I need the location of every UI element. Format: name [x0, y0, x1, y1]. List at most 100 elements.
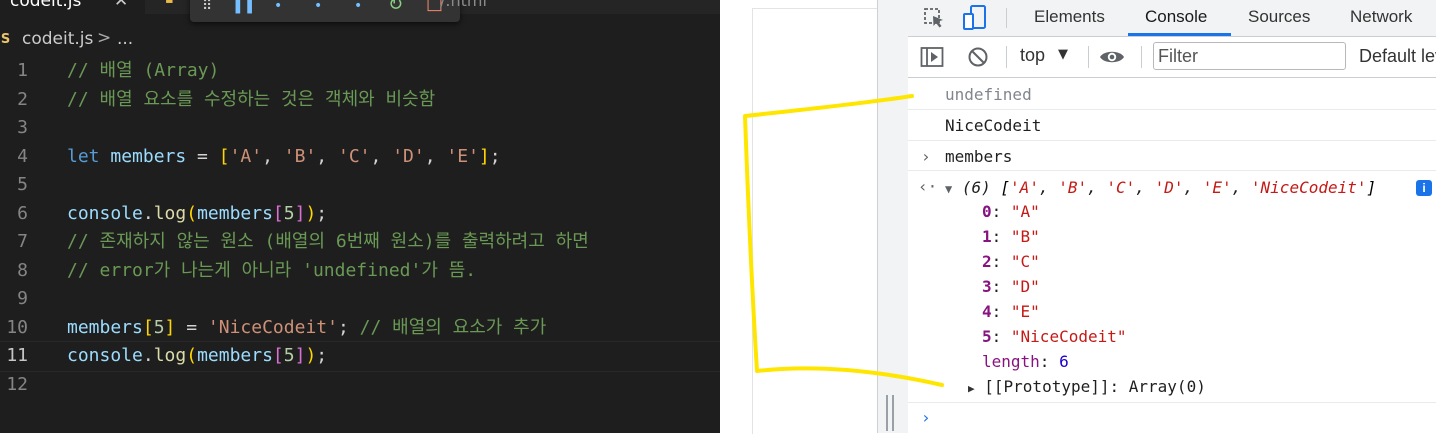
editor-tab-bar: codeit.js ✕ ▪ ⠿ ❚❚ • • • ↻ □ /.html — [0, 0, 720, 22]
default-levels-dropdown[interactable]: Default levels — [1359, 46, 1436, 67]
code-token: // 배열 요소를 수정하는 것은 객체와 비슷함 — [67, 88, 436, 110]
code-line[interactable]: 2 // 배열 요소를 수정하는 것은 객체와 비슷함 — [0, 86, 720, 115]
drag-handle-icon[interactable]: ⠿ — [202, 0, 212, 14]
panel-splitter[interactable] — [877, 0, 910, 433]
entry-key: 3 — [982, 277, 992, 296]
breadcrumb-file[interactable]: codeit.js — [22, 29, 93, 49]
step-into-icon[interactable]: • — [314, 0, 322, 14]
code-token: ( — [186, 202, 198, 224]
tab-network[interactable]: Network — [1350, 7, 1412, 27]
code-token: ] — [478, 145, 490, 167]
sidebar-toggle-icon[interactable] — [920, 46, 944, 72]
divider — [1006, 46, 1007, 68]
code-token: [ — [142, 316, 154, 338]
divider — [1141, 46, 1142, 68]
close-icon[interactable]: ✕ — [114, 0, 128, 11]
devtools-tab-bar: Elements Console Sources Network — [908, 0, 1436, 37]
inspect-element-icon[interactable] — [922, 6, 946, 34]
code-line[interactable]: 12 — [0, 371, 720, 400]
device-toolbar-icon[interactable] — [962, 4, 988, 36]
code-line[interactable]: 11 console.log(members[5]); — [0, 341, 720, 372]
code-line[interactable]: 3 — [0, 114, 720, 143]
array-entry: 5: "NiceCodeit" — [982, 327, 1127, 346]
code-token: ; — [337, 316, 360, 338]
console-prompt[interactable]: › — [908, 404, 1436, 433]
code-editor: codeit.js ✕ ▪ ⠿ ❚❚ • • • ↻ □ /.html JS c… — [0, 0, 720, 433]
line-number: 3 — [17, 117, 28, 138]
length-key: length — [982, 352, 1040, 371]
array-summary[interactable]: ▼ (6) ['A', 'B', 'C', 'D', 'E', 'NiceCod… — [945, 178, 1376, 197]
expand-arrow-icon[interactable]: ▶ — [968, 382, 975, 395]
code-text: // 배열 (Array) — [67, 57, 219, 86]
code-token: // 배열 (Array) — [67, 60, 220, 81]
code-token: , — [262, 145, 284, 167]
code-line[interactable]: 4 let members = ['A', 'B', 'C', 'D', 'E']… — [0, 143, 720, 172]
code-token: 'B' — [283, 145, 317, 167]
code-token: members — [197, 202, 273, 224]
tab-codeit-js[interactable]: codeit.js ✕ — [0, 0, 145, 14]
code-line[interactable]: 7 // 존재하지 않는 원소 (배열의 6번째 원소)를 출력하려고 하면 — [0, 228, 720, 257]
info-icon[interactable]: i — [1416, 180, 1432, 196]
console-output: undefined NiceCodeit › members ‹· ▼ (6) … — [908, 78, 1436, 433]
code-line[interactable]: 8 // error가 나는게 아니라 'undefined'가 뜸. — [0, 257, 720, 286]
eye-icon[interactable] — [1099, 48, 1125, 70]
code-line[interactable]: 1 // 배열 (Array) — [0, 57, 720, 86]
code-token: 'NiceCodeit' — [207, 316, 338, 338]
code-text: // 배열 요소를 수정하는 것은 객체와 비슷함 — [67, 86, 435, 115]
entry-key: 0 — [982, 202, 992, 221]
code-token: let — [67, 145, 100, 167]
entry-key: 5 — [982, 327, 992, 346]
context-selector[interactable]: top — [1020, 45, 1045, 66]
tab-sources[interactable]: Sources — [1248, 7, 1310, 27]
chevron-right-icon: > — [97, 28, 112, 48]
devtools-panel: Elements Console Sources Network top ▼ D… — [908, 0, 1436, 433]
line-number: 6 — [17, 202, 28, 224]
step-out-icon[interactable]: • — [354, 0, 362, 14]
chevron-right-icon: › — [921, 147, 931, 166]
code-token: members — [197, 345, 273, 366]
array-entry: 3: "D" — [982, 277, 1040, 296]
code-token: = — [175, 316, 208, 338]
filter-box[interactable] — [1153, 42, 1346, 70]
code-line[interactable]: 10 members[5] = 'NiceCodeit'; // 배열의 요소가 … — [0, 314, 720, 343]
tab-console[interactable]: Console — [1145, 7, 1207, 27]
tab-elements[interactable]: Elements — [1034, 7, 1105, 27]
code-line[interactable]: 9 — [0, 285, 720, 314]
code-token: // 배열의 요소가 추가 — [359, 316, 547, 338]
code-token: 'C' — [337, 145, 371, 167]
code-line[interactable]: 5 — [0, 171, 720, 200]
line-number: 5 — [17, 174, 28, 195]
prototype-value: Array(0) — [1128, 377, 1206, 396]
console-message: undefined — [908, 78, 1436, 110]
step-over-icon[interactable]: • — [274, 0, 282, 14]
array-count: (6) — [961, 178, 991, 197]
tab-html-file[interactable]: /.html — [440, 0, 487, 10]
entry-value: "NiceCodeit" — [1010, 327, 1127, 346]
code-token: 'D' — [392, 145, 425, 167]
line-number: 1 — [17, 60, 28, 81]
grip-line — [892, 395, 894, 431]
code-token: log — [153, 202, 187, 224]
code-token: 5 — [153, 316, 165, 338]
filter-input[interactable] — [1158, 46, 1338, 67]
code-token: = — [186, 145, 219, 167]
code-line[interactable]: 6 console.log(members[5]); — [0, 200, 720, 229]
code-token: // error가 나는게 아니라 'undefined'가 뜸. — [67, 259, 477, 281]
code-token: ] — [164, 316, 176, 338]
code-token: console — [67, 202, 143, 224]
code-token: console — [67, 345, 143, 366]
array-item: 'C' — [1106, 178, 1136, 197]
dropdown-arrow-icon[interactable]: ▼ — [1058, 47, 1068, 62]
expand-arrow-icon[interactable]: ▼ — [945, 182, 952, 196]
code-text: console.log(members[5]); — [67, 342, 327, 371]
breadcrumb-more[interactable]: ... — [117, 29, 133, 49]
console-result: ‹· ▼ (6) ['A', 'B', 'C', 'D', 'E', 'Nice… — [908, 171, 1436, 403]
pause-icon[interactable]: ❚❚ — [232, 0, 255, 14]
code-token: ; — [489, 145, 501, 167]
line-number: 12 — [6, 373, 28, 395]
prototype-entry[interactable]: ▶ [[Prototype]]: Array(0) — [968, 377, 1206, 396]
restart-icon[interactable]: ↻ — [388, 0, 403, 15]
clear-console-icon[interactable] — [967, 46, 989, 72]
debug-toolbar: ⠿ ❚❚ • • • ↻ □ — [190, 0, 460, 22]
